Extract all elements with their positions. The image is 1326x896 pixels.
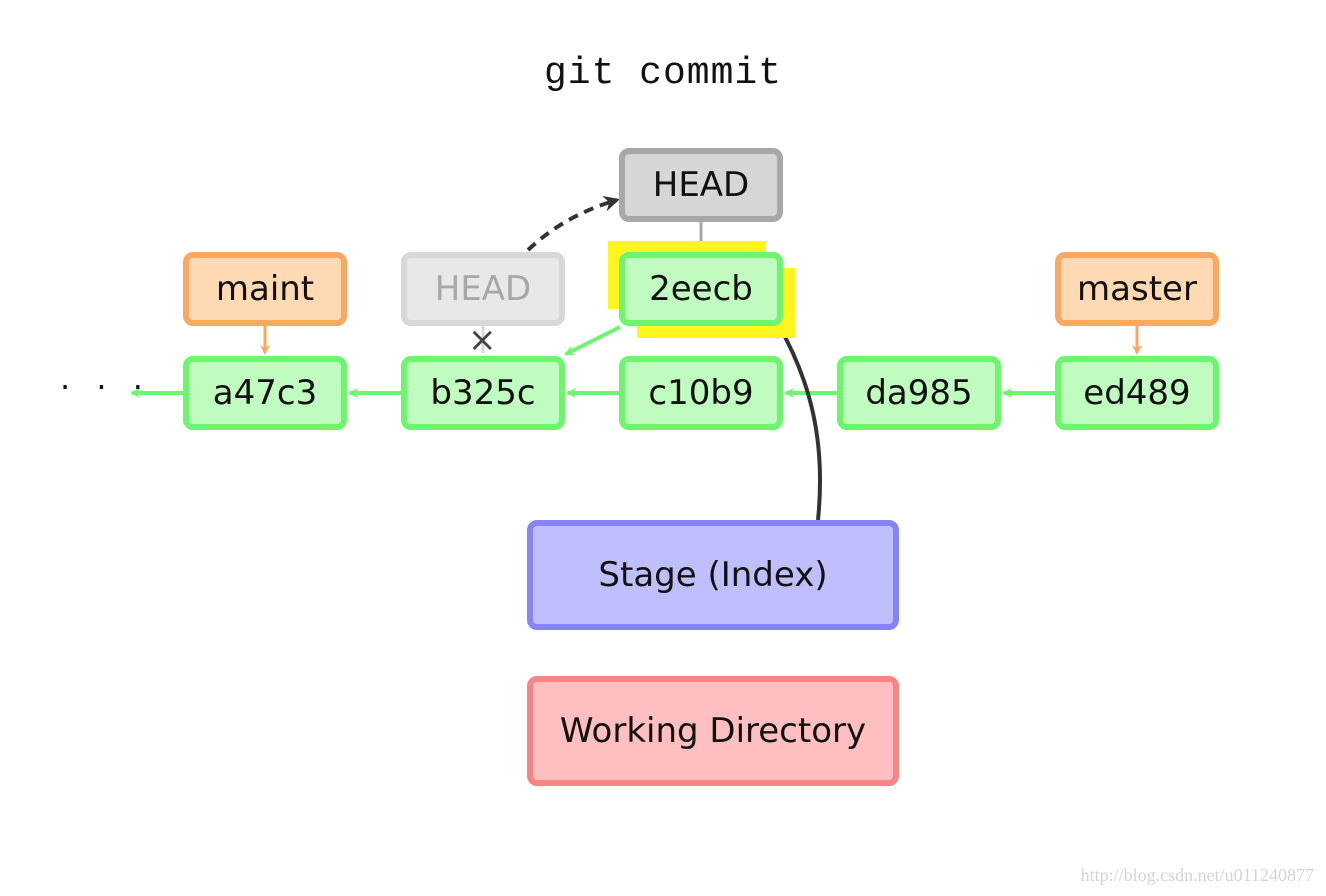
watermark: http://blog.csdn.net/u011240877 [1080, 865, 1314, 885]
edge-head-move [526, 195, 620, 252]
branch-maint: maint [183, 252, 347, 326]
commit-c10b9: c10b9 [619, 356, 783, 430]
commit-da985: da985 [837, 356, 1001, 430]
commit-b325c: b325c [401, 356, 565, 430]
commit-a47c3: a47c3 [183, 356, 347, 430]
commit-2eecb: 2eecb [619, 252, 783, 326]
previous-head: HEAD [401, 252, 565, 326]
working-directory-area: Working Directory [527, 676, 899, 786]
branch-master: master [1055, 252, 1219, 326]
edge-2eecb-b325c [564, 325, 621, 356]
history-ellipsis: · · · [60, 368, 151, 406]
edge-stage-commit [776, 321, 822, 521]
detached-marker-icon: × [468, 320, 497, 360]
stage-index-area: Stage (Index) [527, 520, 899, 630]
current-head: HEAD [619, 148, 783, 222]
commit-ed489: ed489 [1055, 356, 1219, 430]
